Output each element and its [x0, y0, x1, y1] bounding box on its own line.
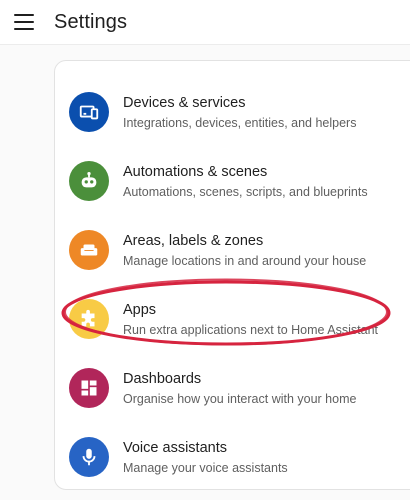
settings-item-label: Areas, labels & zones: [123, 233, 264, 249]
settings-item-dashboards[interactable]: Dashboards Organise how you interact wit…: [55, 346, 410, 415]
settings-item-label: Voice assistants: [123, 440, 227, 456]
settings-item-label: Automations & scenes: [123, 164, 268, 180]
puzzle-icon: [69, 299, 109, 339]
devices-icon: [69, 92, 109, 132]
page-title: Settings: [54, 10, 128, 33]
robot-icon: [69, 161, 109, 201]
settings-item-apps[interactable]: Apps Run extra applications next to Home…: [55, 277, 410, 346]
settings-item-devices-services[interactable]: Devices & services Integrations, devices…: [55, 70, 410, 139]
settings-item-label: Dashboards: [123, 371, 202, 387]
microphone-icon: [69, 437, 109, 477]
sofa-icon: [69, 230, 109, 270]
settings-item-label: Devices & services: [123, 95, 246, 111]
hamburger-menu-icon[interactable]: [14, 14, 34, 30]
settings-item-label: Apps: [123, 302, 157, 318]
settings-item-automations-scenes[interactable]: Automations & scenes Automations, scenes…: [55, 139, 410, 208]
dashboard-icon: [69, 368, 109, 408]
settings-item-voice-assistants[interactable]: Voice assistants Manage your voice assis…: [55, 415, 410, 484]
settings-item-description: Integrations, devices, entities, and hel…: [123, 116, 357, 130]
settings-card: Devices & services Integrations, devices…: [54, 60, 410, 490]
settings-item-description: Manage your voice assistants: [123, 461, 288, 475]
settings-item-areas-labels-zones[interactable]: Areas, labels & zones Manage locations i…: [55, 208, 410, 277]
settings-item-description: Manage locations in and around your hous…: [123, 254, 367, 268]
settings-item-description: Run extra applications next to Home Assi…: [123, 323, 378, 337]
settings-item-description: Automations, scenes, scripts, and bluepr…: [123, 185, 368, 199]
app-header: Settings: [0, 0, 410, 45]
settings-item-description: Organise how you interact with your home: [123, 392, 357, 406]
